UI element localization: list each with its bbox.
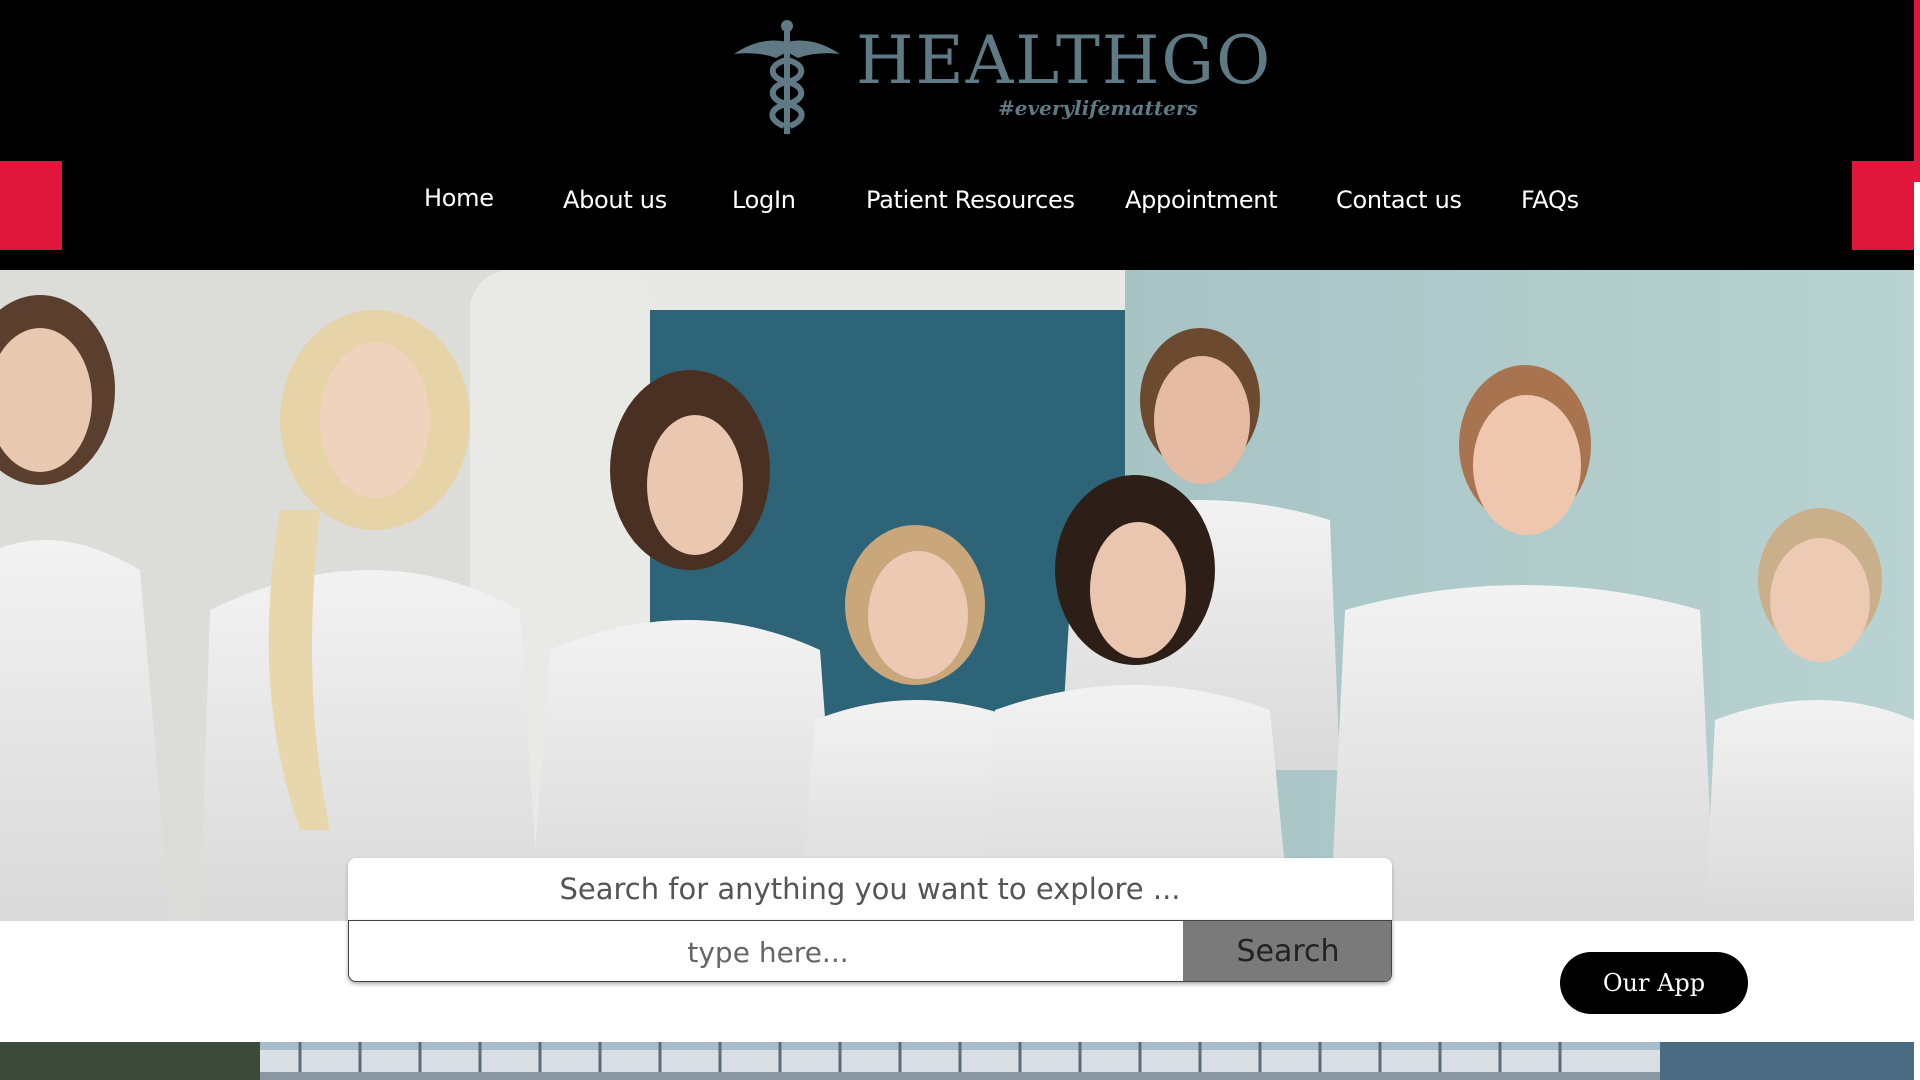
nav-item-faqs[interactable]: FAQs <box>1521 186 1579 214</box>
scrollbar-thumb[interactable] <box>1914 0 1920 182</box>
our-app-button[interactable]: Our App <box>1560 952 1748 1014</box>
search-widget: Search for anything you want to explore … <box>348 858 1392 982</box>
search-input[interactable] <box>349 921 1187 981</box>
search-prompt: Search for anything you want to explore … <box>348 858 1392 920</box>
brand-tagline: #everylifematters <box>998 96 1198 120</box>
site-header: HEALTHGO #everylifematters Home About us… <box>0 0 1914 270</box>
building-photo <box>0 1042 1914 1080</box>
search-button[interactable]: Search <box>1183 921 1391 981</box>
brand-name: HEALTHGO <box>856 22 1273 99</box>
building-image <box>0 1042 1914 1080</box>
site-logo[interactable]: HEALTHGO #everylifematters <box>728 16 1270 138</box>
right-accent-block <box>1852 161 1914 250</box>
left-accent-block <box>0 161 62 250</box>
nav-item-about-us[interactable]: About us <box>563 186 667 214</box>
nav-item-patient-resources[interactable]: Patient Resources <box>866 186 1075 214</box>
nav-item-home[interactable]: Home <box>424 184 494 212</box>
search-row: Search <box>348 920 1392 982</box>
nav-item-login[interactable]: LogIn <box>732 186 796 214</box>
hero-image <box>0 270 1914 921</box>
nav-item-contact-us[interactable]: Contact us <box>1336 186 1462 214</box>
nav-item-appointment[interactable]: Appointment <box>1125 186 1278 214</box>
caduceus-icon <box>734 20 840 134</box>
hero-photo <box>0 270 1914 921</box>
